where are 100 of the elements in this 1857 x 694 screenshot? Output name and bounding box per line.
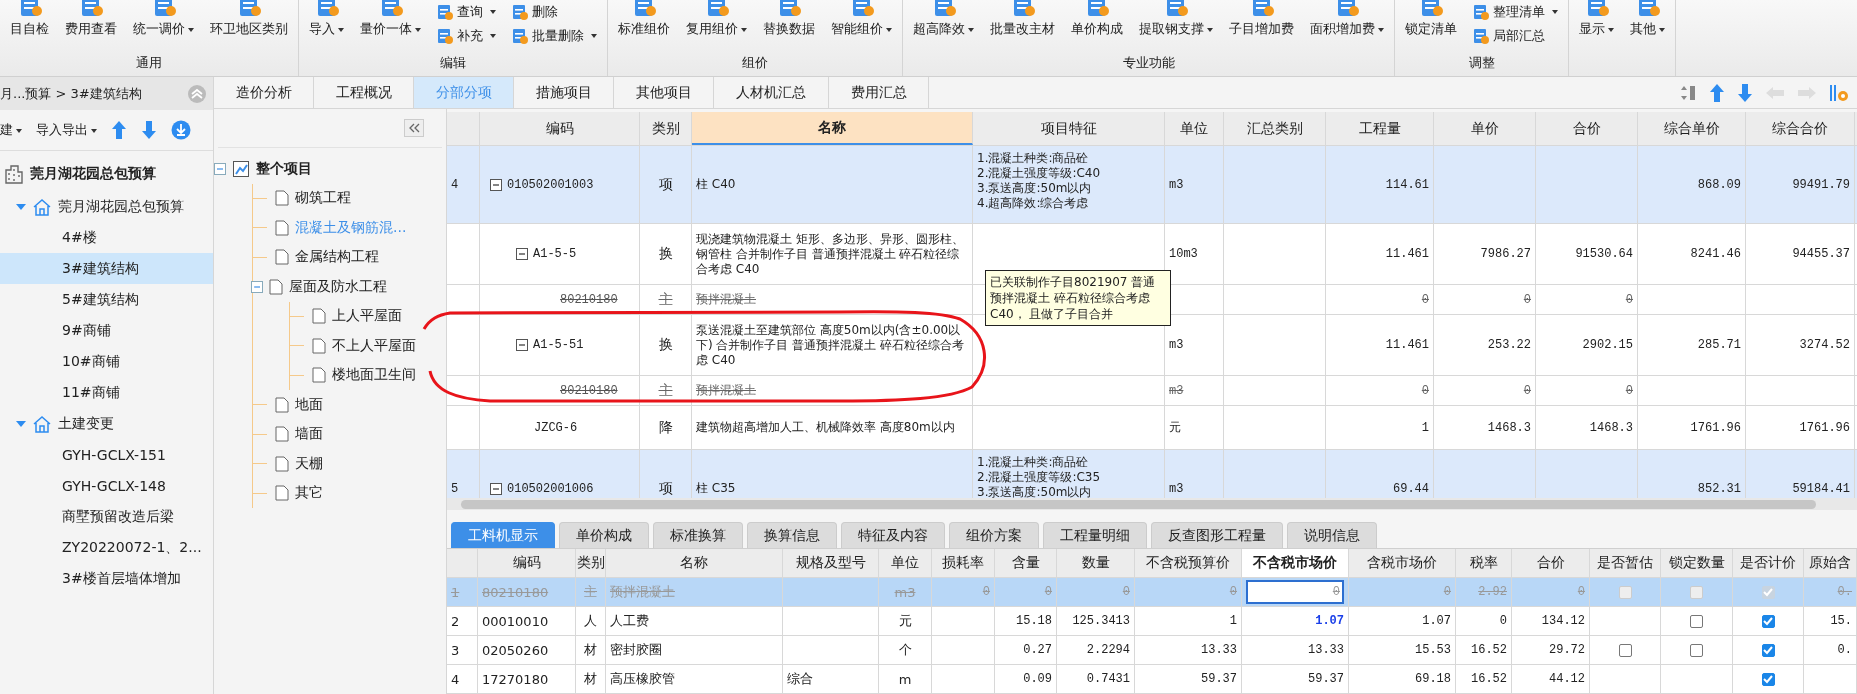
arrow-up-icon[interactable] xyxy=(1709,82,1725,103)
checkbox[interactable] xyxy=(1761,672,1775,686)
toolbar-button[interactable]: 建 xyxy=(0,121,22,139)
ribbon-button[interactable]: 目自检 xyxy=(10,0,49,38)
arrow-down-icon[interactable] xyxy=(1737,82,1753,103)
ribbon-button[interactable]: 复用组价 xyxy=(686,0,747,38)
tab[interactable]: 说明信息 xyxy=(1287,522,1377,548)
tree-item[interactable]: 3#建筑结构 xyxy=(0,253,213,284)
expand-icon[interactable] xyxy=(516,339,528,351)
table-row[interactable]: 3 02050260 材 密封胶圈 个 0.27 2.2294 13.33 13.33 15.53 16.52 29.72 0. xyxy=(447,636,1857,665)
tab[interactable]: 工程量明细 xyxy=(1043,522,1147,548)
ribbon-button[interactable]: 锁定清单 xyxy=(1405,0,1457,38)
table-cell: 材 xyxy=(576,665,606,693)
tree-item[interactable]: 金属结构工程 xyxy=(295,248,379,267)
tree-item[interactable]: 其它 xyxy=(295,484,323,503)
tree-item[interactable]: 10#商铺 xyxy=(0,346,213,377)
document-icon xyxy=(1164,0,1188,16)
ribbon-button[interactable]: 替换数据 xyxy=(763,0,815,38)
ribbon-button[interactable]: 整理清单 xyxy=(1473,3,1558,21)
tree-item[interactable]: 上人平屋面 xyxy=(332,307,402,326)
ribbon-button[interactable]: 显示 xyxy=(1579,0,1614,38)
tree-item[interactable]: 砌筑工程 xyxy=(295,189,351,208)
caret-icon xyxy=(1552,10,1558,14)
ribbon-button[interactable]: 删除 xyxy=(512,3,597,21)
arrow-up-icon[interactable] xyxy=(111,120,127,140)
expand-icon[interactable] xyxy=(516,248,528,260)
column-settings-icon[interactable] xyxy=(1829,82,1849,103)
checkbox[interactable] xyxy=(1690,585,1703,599)
ribbon-button[interactable]: 补充 xyxy=(437,27,496,45)
scrollbar[interactable] xyxy=(447,498,1857,510)
caret-icon[interactable] xyxy=(16,202,26,211)
tree-item[interactable]: 地面 xyxy=(295,395,323,414)
tab[interactable]: 反查图形工程量 xyxy=(1151,522,1283,548)
toolbar-button[interactable]: 导入导出 xyxy=(36,121,97,139)
tree-item[interactable]: ZY20220072-1、2... xyxy=(0,532,213,563)
ribbon-button[interactable]: 查询 xyxy=(437,3,496,21)
checkbox[interactable] xyxy=(1618,643,1632,657)
tree-item[interactable]: 3#楼首层墙体增加 xyxy=(0,563,213,594)
tree-item[interactable]: GYH-GCLX-151 xyxy=(0,439,213,470)
ribbon-button[interactable]: 单价构成 xyxy=(1071,0,1123,38)
table-cell: 1.07 xyxy=(1349,607,1456,635)
table-cell: 0 xyxy=(1326,285,1434,314)
collapse-button[interactable] xyxy=(404,119,424,137)
table-cell: 0 xyxy=(995,578,1057,606)
caret-icon xyxy=(1608,27,1614,32)
tab[interactable]: 换算信息 xyxy=(747,522,837,548)
caret-icon[interactable] xyxy=(16,419,26,428)
table-cell: 元 xyxy=(879,607,932,635)
tree-item[interactable]: 天棚 xyxy=(295,454,323,473)
arrow-down-icon[interactable] xyxy=(141,120,157,140)
ribbon-button[interactable]: 导入 xyxy=(309,0,344,38)
tree-item[interactable]: 不上人平屋面 xyxy=(332,336,416,355)
tab[interactable]: 组价方案 xyxy=(949,522,1039,548)
tree-item[interactable]: 5#建筑结构 xyxy=(0,284,213,315)
ribbon-button[interactable]: 批量删除 xyxy=(512,27,597,45)
collapse-icon[interactable] xyxy=(187,83,207,104)
ribbon-button[interactable]: 环卫地区类别 xyxy=(210,0,288,38)
sort-icon[interactable] xyxy=(1681,83,1697,102)
ribbon-button[interactable]: 标准组价 xyxy=(618,0,670,38)
checkbox[interactable] xyxy=(1690,614,1703,628)
tree-item[interactable]: 整个项目 xyxy=(256,159,312,178)
checkbox[interactable] xyxy=(1618,585,1632,599)
ribbon-button[interactable]: 面积增加费 xyxy=(1310,0,1384,38)
tab[interactable]: 特征及内容 xyxy=(841,522,945,548)
ribbon-button[interactable]: 费用查看 xyxy=(65,0,117,38)
tree-item[interactable]: 屋面及防水工程 xyxy=(289,277,387,296)
tree-item[interactable]: 莞月湖花园总包预算 xyxy=(0,157,213,191)
table-cell: 15.53 xyxy=(1349,636,1456,664)
tree-item[interactable]: GYH-GCLX-148 xyxy=(0,470,213,501)
table-row[interactable]: 2 00010010 人 人工费 元 15.18 125.3413 1 1.07 1.07 0 134.12 15. xyxy=(447,607,1857,636)
download-icon[interactable] xyxy=(171,120,191,140)
column-header: 编码 xyxy=(478,549,576,577)
table-cell: 0 xyxy=(1536,285,1638,314)
expand-icon[interactable] xyxy=(490,482,502,495)
expand-icon[interactable] xyxy=(490,178,502,191)
tree-item[interactable]: 莞月湖花园总包预算 xyxy=(0,191,213,222)
checkbox[interactable] xyxy=(1761,614,1775,628)
ribbon-button[interactable]: 子目增加费 xyxy=(1229,0,1294,38)
tree-item[interactable]: 墙面 xyxy=(295,425,323,444)
ribbon-button[interactable]: 批量改主材 xyxy=(990,0,1055,38)
ribbon-button[interactable]: 提取钢支撑 xyxy=(1139,0,1213,38)
ribbon-button[interactable]: 其他 xyxy=(1630,0,1665,38)
table-cell: 人工费 xyxy=(606,607,783,635)
tab[interactable]: 标准换算 xyxy=(653,522,743,548)
ribbon-button[interactable]: 统一调价 xyxy=(133,0,194,38)
ribbon-button[interactable]: 智能组价 xyxy=(831,0,892,38)
ribbon-button[interactable]: 量价一体 xyxy=(360,0,421,38)
tree-item[interactable]: 商墅预留改造后梁 xyxy=(0,501,213,532)
ribbon-button[interactable]: 超高降效 xyxy=(913,0,974,38)
tree-item[interactable]: 4#楼 xyxy=(0,222,213,253)
tree-item[interactable]: 11#商铺 xyxy=(0,377,213,408)
tree-item[interactable]: 9#商铺 xyxy=(0,315,213,346)
checkbox[interactable] xyxy=(1761,643,1775,657)
checkbox[interactable] xyxy=(1690,643,1703,657)
ribbon-button[interactable]: 局部汇总 xyxy=(1473,27,1558,45)
tab[interactable]: 单价构成 xyxy=(559,522,649,548)
document-icon xyxy=(632,0,656,16)
tree-item[interactable]: 楼地面卫生间 xyxy=(332,366,416,385)
table-row[interactable]: 4 17270180 材 高压橡胶管 综合 m 0.09 0.7431 59.37 59.37 69.18 16.52 44.12 xyxy=(447,665,1857,694)
tree-item[interactable]: 土建变更 xyxy=(0,408,213,439)
